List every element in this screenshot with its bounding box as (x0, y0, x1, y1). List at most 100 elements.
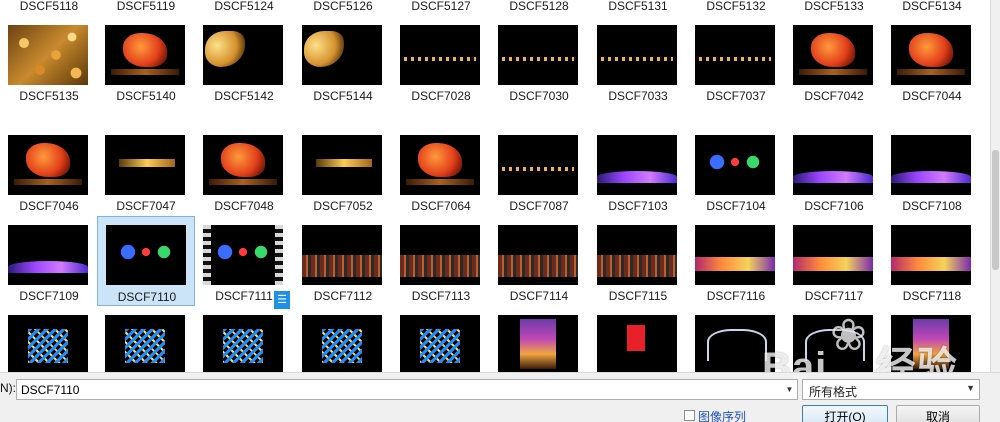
photo-thumbnail (891, 135, 971, 195)
thumbnail-tile[interactable]: DSCF5134 (883, 0, 981, 20)
chevron-down-icon: ▼ (966, 383, 975, 393)
thumbnail-label: DSCF5142 (214, 89, 274, 103)
thumbnail-tile[interactable]: DSCF7064 (392, 130, 490, 220)
photo-thumbnail (695, 225, 775, 285)
thumbnail-label: DSCF7033 (608, 89, 668, 103)
thumbnail-tile[interactable]: DSCF7042 (785, 20, 883, 110)
thumbnail-tile[interactable]: DSCF7115 (589, 220, 687, 310)
thumbnail-label: DSCF7106 (804, 199, 864, 213)
thumbnail-tile[interactable]: DSCF5144 (294, 20, 392, 110)
thumbnail-tile[interactable] (294, 310, 392, 372)
thumbnail-tile[interactable]: DSCF5118 (0, 0, 98, 20)
photo-thumbnail (695, 25, 775, 85)
thumbnail-label: DSCF7115 (608, 289, 668, 303)
filmstrip-left (203, 225, 211, 285)
thumbnail-label: DSCF7118 (902, 289, 962, 303)
photo-thumbnail (203, 25, 283, 85)
thumbnail-tile[interactable]: DSCF5128 (490, 0, 588, 20)
thumbnail-tile[interactable] (687, 310, 785, 372)
thumbnail-label: DSCF7114 (509, 289, 569, 303)
photo-thumbnail (498, 225, 578, 285)
thumbnail-tile[interactable]: DSCF5126 (294, 0, 392, 20)
thumbnail-tile[interactable] (785, 310, 883, 372)
thumbnail-tile[interactable]: DSCF7110 (97, 216, 195, 306)
filename-input[interactable] (16, 379, 786, 400)
cancel-button[interactable]: 取消 (896, 405, 980, 422)
thumbnail-tile[interactable]: DSCF7103 (589, 130, 687, 220)
thumbnail-tile[interactable] (490, 310, 588, 372)
photo-thumbnail (597, 315, 677, 372)
thumbnail-tile[interactable]: DSCF7047 (97, 130, 195, 220)
thumbnail-tile[interactable]: DSCF7046 (0, 130, 98, 220)
thumbnail-tile[interactable]: DSCF7118 (883, 220, 981, 310)
photo-thumbnail (8, 315, 88, 372)
image-sequence-label[interactable]: 图像序列 (698, 408, 746, 422)
photo-thumbnail (203, 135, 283, 195)
thumbnail-tile[interactable]: DSCF7112 (294, 220, 392, 310)
thumbnail-tile[interactable] (589, 310, 687, 372)
thumbnail-label: DSCF7044 (902, 89, 962, 103)
thumbnail-tile[interactable]: DSCF5135 (0, 20, 98, 110)
thumbnail-tile[interactable]: DSCF5124 (195, 0, 293, 20)
thumbnail-tile[interactable]: DSCF7116 (687, 220, 785, 310)
thumbnail-tile[interactable]: DSCF5142 (195, 20, 293, 110)
thumbnail-tile[interactable]: DSCF7037 (687, 20, 785, 110)
thumbnail-tile[interactable]: DSCF5131 (589, 0, 687, 20)
thumbnail-label: DSCF7046 (19, 199, 79, 213)
thumbnail-tile[interactable]: DSCF5119 (97, 0, 195, 20)
thumbnail-label: DSCF5127 (411, 0, 471, 13)
thumbnail-tile[interactable]: DSCF7104 (687, 130, 785, 220)
thumbnail-grid: DSCF5118 DSCF5119 DSCF5124 DSCF5126 DSCF5127… (0, 0, 990, 372)
photo-thumbnail (105, 315, 185, 372)
photo-thumbnail (891, 25, 971, 85)
thumbnail-tile[interactable]: DSCF7113 (392, 220, 490, 310)
thumbnail-label: DSCF7104 (706, 199, 766, 213)
photo-thumbnail (400, 135, 480, 195)
photo-thumbnail (498, 315, 578, 372)
thumbnail-tile[interactable]: DSCF7048 (195, 130, 293, 220)
thumbnail-tile[interactable] (392, 310, 490, 372)
thumbnail-tile[interactable]: DSCF5140 (97, 20, 195, 110)
photo-thumbnail (597, 25, 677, 85)
thumbnail-tile[interactable]: DSCF7033 (589, 20, 687, 110)
thumbnail-tile[interactable]: DSCF7106 (785, 130, 883, 220)
thumbnail-tile[interactable]: DSCF5132 (687, 0, 785, 20)
thumbnail-tile[interactable] (97, 310, 195, 372)
thumbnail-tile[interactable]: DSCF7087 (490, 130, 588, 220)
thumbnail-tile[interactable]: DSCF7109 (0, 220, 98, 310)
thumbnail-label: DSCF5126 (313, 0, 373, 13)
photo-thumbnail (597, 225, 677, 285)
video-thumbnail (203, 225, 283, 285)
scrollbar-thumb[interactable] (992, 150, 999, 270)
filename-history-dropdown[interactable]: ▼ (782, 379, 798, 400)
thumbnail-tile[interactable]: DSCF7114 (490, 220, 588, 310)
thumbnail-tile[interactable]: DSCF5127 (392, 0, 490, 20)
thumbnail-tile[interactable] (195, 310, 293, 372)
format-select-value: 所有格式 (809, 385, 858, 399)
photo-thumbnail (8, 135, 88, 195)
thumbnail-tile[interactable]: ☰ DSCF7111 (195, 220, 293, 310)
thumbnail-tile[interactable]: DSCF7117 (785, 220, 883, 310)
thumbnail-label: DSCF7087 (509, 199, 569, 213)
photo-thumbnail (400, 315, 480, 372)
image-sequence-checkbox[interactable] (684, 410, 695, 421)
filmstrip-right (275, 225, 283, 285)
photo-thumbnail (891, 225, 971, 285)
thumbnail-label: DSCF5133 (804, 0, 864, 13)
thumbnail-tile[interactable]: DSCF7052 (294, 130, 392, 220)
photo-thumbnail (793, 225, 873, 285)
thumbnail-tile[interactable]: DSCF5133 (785, 0, 883, 20)
thumbnail-tile[interactable]: DSCF7028 (392, 20, 490, 110)
thumbnail-tile[interactable] (0, 310, 98, 372)
thumbnail-label: DSCF7108 (902, 199, 962, 213)
file-format-select[interactable]: 所有格式 ▼ (802, 379, 980, 400)
thumbnail-tile[interactable]: DSCF7108 (883, 130, 981, 220)
thumbnail-tile[interactable]: DSCF7044 (883, 20, 981, 110)
vertical-scrollbar[interactable] (990, 0, 1000, 372)
thumbnail-tile[interactable]: DSCF7030 (490, 20, 588, 110)
thumbnail-label: DSCF5128 (509, 0, 569, 13)
open-button[interactable]: 打开(O) (802, 405, 888, 422)
filename-label: N): (0, 381, 16, 395)
thumbnail-label: DSCF7052 (313, 199, 373, 213)
thumbnail-tile[interactable] (883, 310, 981, 372)
